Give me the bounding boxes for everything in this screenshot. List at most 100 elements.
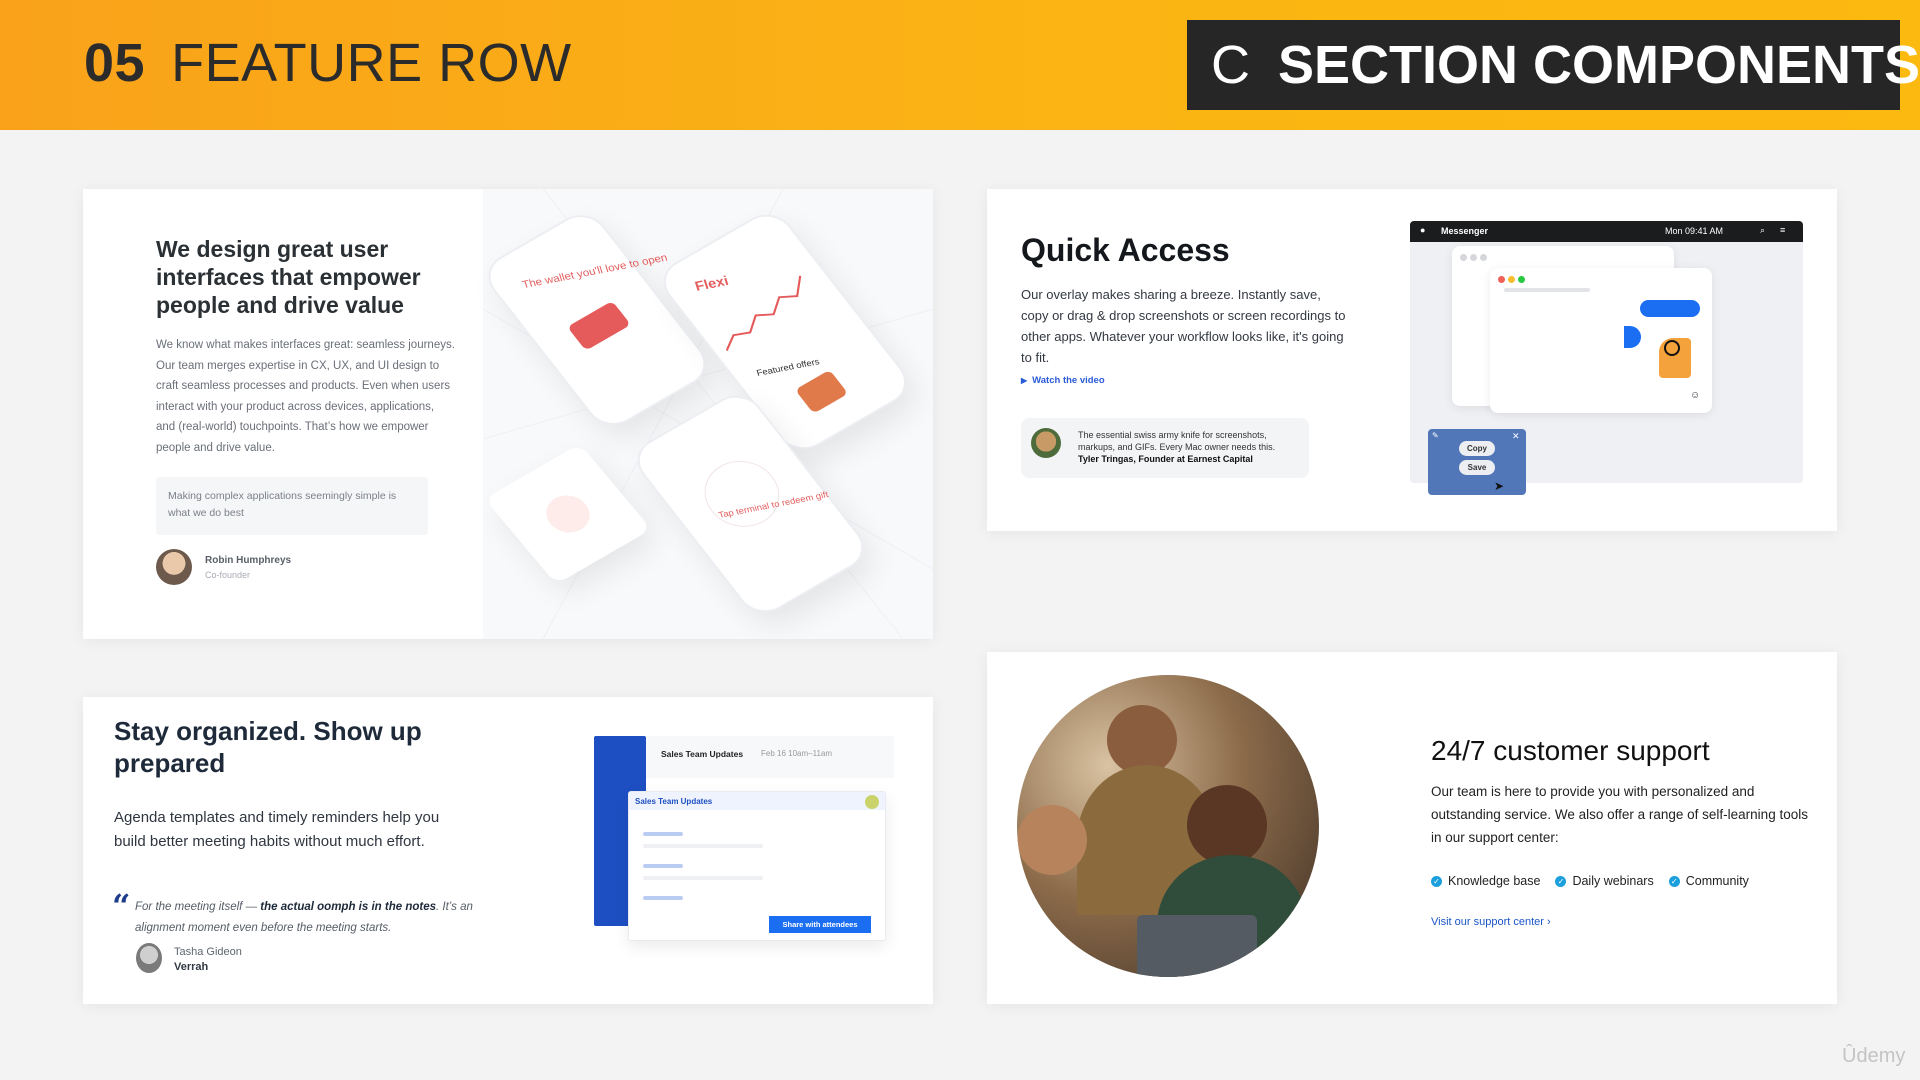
pin-icon[interactable]: ✎ bbox=[1432, 431, 1439, 440]
avatar bbox=[136, 943, 162, 973]
cursor-icon: ➤ bbox=[1494, 479, 1505, 493]
author-name: Robin Humphreys bbox=[205, 555, 292, 566]
emoji-icon: ☺ bbox=[1690, 390, 1701, 401]
card-title: 24/7 customer support bbox=[1431, 735, 1710, 766]
app-name: Flexi bbox=[692, 272, 731, 294]
text-line bbox=[643, 896, 683, 900]
text-line bbox=[643, 844, 763, 848]
list-icon: ≡ bbox=[1780, 225, 1786, 235]
calendar-mockup-illustration: Sales Team Updates Feb 16 10am–11am Sale… bbox=[594, 736, 894, 948]
watch-video-link[interactable]: ▶ Watch the video bbox=[1021, 375, 1105, 386]
card-body: Our overlay makes sharing a breeze. Inst… bbox=[1021, 287, 1346, 365]
avatar bbox=[865, 795, 879, 809]
feature-label: Daily webinars bbox=[1572, 874, 1654, 888]
window-dot bbox=[1460, 254, 1467, 261]
check-icon: ✓ bbox=[1555, 875, 1567, 887]
quote-text: For the meeting itself — the actual oomp… bbox=[135, 897, 495, 939]
close-dot bbox=[1498, 276, 1505, 283]
shape-blue bbox=[1624, 326, 1641, 348]
feature-card-support: 24/7 customer support Our team is here t… bbox=[987, 652, 1837, 1004]
author-name: Tasha Gideon bbox=[174, 946, 242, 958]
udemy-watermark: Ûdemy bbox=[1842, 1045, 1906, 1067]
check-icon: ✓ bbox=[1431, 875, 1442, 887]
support-link-label: Visit our support center bbox=[1431, 916, 1544, 928]
maximize-dot bbox=[1518, 276, 1525, 283]
shape-ring bbox=[1664, 340, 1680, 356]
laptop bbox=[1137, 915, 1257, 977]
text-line bbox=[643, 864, 683, 868]
avatar bbox=[1031, 428, 1061, 458]
chat-bubble bbox=[1640, 300, 1700, 317]
minimize-dot bbox=[1508, 276, 1515, 283]
feature-card-meetings: Stay organized. Show up prepared Agenda … bbox=[83, 697, 933, 1004]
play-icon: ▶ bbox=[1021, 376, 1028, 385]
event-time: Feb 16 10am–11am bbox=[761, 749, 833, 758]
feature-card-design: We design great user interfaces that emp… bbox=[83, 189, 933, 639]
header-banner: 05 FEATURE ROW C SECTION COMPONENTS bbox=[0, 0, 1920, 130]
credit-card-icon bbox=[567, 300, 631, 351]
card-title: Quick Access bbox=[1021, 232, 1230, 268]
feature-item: ✓ Knowledge base bbox=[1431, 874, 1540, 888]
quote-start: For the meeting itself — bbox=[135, 901, 261, 913]
avatar bbox=[156, 549, 192, 585]
close-icon[interactable]: ✕ bbox=[1512, 431, 1520, 442]
messenger-window: ☺ bbox=[1490, 268, 1712, 413]
share-button[interactable]: Share with attendees bbox=[769, 916, 871, 933]
card-title: Stay organized. Show up prepared bbox=[114, 716, 422, 778]
menu-app-label: Messenger bbox=[1441, 226, 1489, 236]
calendar-header: Sales Team Updates Feb 16 10am–11am bbox=[646, 736, 894, 778]
nfc-icon bbox=[689, 448, 795, 540]
card-title: We design great user interfaces that emp… bbox=[156, 236, 421, 318]
category-name: SECTION COMPONENTS bbox=[1278, 35, 1920, 95]
feature-card-quick-access: Quick Access Our overlay makes sharing a… bbox=[987, 189, 1837, 531]
author-company: Verrah bbox=[174, 961, 209, 973]
card-body: We know what makes interfaces great: sea… bbox=[156, 339, 455, 454]
quote-mark-icon: “ bbox=[112, 887, 131, 925]
support-team-photo bbox=[1017, 675, 1319, 977]
event-title: Sales Team Updates bbox=[661, 749, 744, 759]
testimonial-text: The essential swiss army knife for scree… bbox=[1078, 430, 1276, 452]
feature-item: ✓ Daily webinars bbox=[1555, 874, 1654, 888]
document-title: Sales Team Updates bbox=[635, 797, 713, 806]
chevron-right-icon: › bbox=[1546, 916, 1551, 928]
category-badge: C SECTION COMPONENTS bbox=[1187, 20, 1920, 110]
text-line bbox=[643, 832, 683, 836]
testimonial-author: Tyler Tringas, Founder at Earnest Capita… bbox=[1078, 454, 1253, 464]
quote-box: Making complex applications seemingly si… bbox=[156, 477, 428, 535]
menu-clock: Mon 09:41 AM bbox=[1665, 226, 1724, 236]
feature-item: ✓ Community bbox=[1668, 874, 1749, 888]
save-button[interactable]: Save bbox=[1459, 460, 1495, 475]
card-body: Agenda templates and timely reminders he… bbox=[114, 809, 440, 850]
notes-document: Sales Team Updates Share with attendees bbox=[628, 791, 886, 941]
text-line bbox=[1504, 288, 1590, 292]
category-letter: C bbox=[1211, 35, 1250, 95]
section-title: 05 FEATURE ROW bbox=[84, 32, 572, 94]
food-image bbox=[794, 369, 849, 414]
author-role: Co-founder bbox=[205, 570, 251, 580]
text-line bbox=[643, 876, 763, 880]
feature-label: Community bbox=[1685, 874, 1749, 888]
watch-video-label: Watch the video bbox=[1032, 375, 1105, 386]
quote-emphasis: the actual oomph is in the notes bbox=[260, 901, 436, 913]
feature-label: Knowledge base bbox=[1448, 874, 1541, 888]
feature-list: ✓ Knowledge base ✓ Daily webinars ✓ Communi… bbox=[1431, 874, 1749, 888]
mac-menu-bar: ● Messenger Mon 09:41 AM ⌕ ≡ bbox=[1410, 221, 1803, 242]
envelope-icon bbox=[537, 488, 599, 540]
support-center-link[interactable]: Visit our support center › bbox=[1431, 916, 1551, 928]
person-head bbox=[1017, 805, 1087, 875]
window-dot bbox=[1470, 254, 1477, 261]
window-dot bbox=[1480, 254, 1487, 261]
apple-icon: ● bbox=[1420, 225, 1426, 235]
featured-offers: Featured offers bbox=[755, 356, 821, 378]
section-number: 05 bbox=[84, 33, 146, 93]
copy-button[interactable]: Copy bbox=[1459, 441, 1495, 456]
card-body: Our team is here to provide you with per… bbox=[1431, 784, 1808, 845]
mac-desktop-mockup: ● Messenger Mon 09:41 AM ⌕ ≡ ☺ Copy Save… bbox=[1410, 221, 1803, 495]
search-icon: ⌕ bbox=[1760, 225, 1766, 235]
check-icon: ✓ bbox=[1668, 875, 1680, 887]
phone-mockup-illustration: The wallet you'll love to open Flexi Fea… bbox=[477, 189, 933, 639]
section-name: FEATURE ROW bbox=[171, 33, 572, 93]
testimonial: The essential swiss army knife for scree… bbox=[1021, 418, 1309, 478]
quick-access-overlay: Copy Save ✕ ✎ ➤ bbox=[1428, 429, 1526, 495]
shared-image bbox=[1624, 326, 1694, 378]
